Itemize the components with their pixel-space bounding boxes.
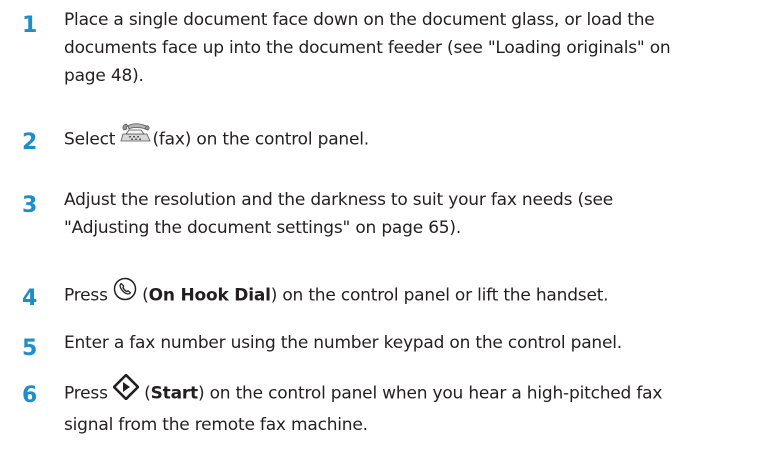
fax-icon	[120, 121, 152, 154]
step-number: 1	[22, 13, 38, 38]
step-text-before: Press	[64, 383, 113, 404]
step-number: 5	[22, 336, 38, 361]
step-text: Enter a fax number using the number keyp…	[64, 333, 622, 353]
step-line: signal from the remote fax machine.	[64, 415, 368, 435]
start-label: Start	[150, 383, 199, 404]
step-line: page 48).	[64, 66, 144, 86]
step-number: 3	[22, 193, 38, 218]
step-text: Press (Start) on the control panel when …	[64, 373, 744, 439]
paren-open: (	[136, 285, 149, 306]
step-text-before: Select	[64, 129, 121, 150]
on-hook-dial-icon	[113, 277, 137, 310]
step-text: Press (On Hook Dial) on the control pane…	[64, 277, 744, 312]
paren-open: (	[138, 383, 151, 404]
step-line: "Adjusting the document settings" on pag…	[64, 218, 462, 238]
step-text-after: (fax) on the control panel.	[152, 129, 369, 150]
step-text-before: Press	[64, 285, 113, 306]
step-number: 4	[22, 286, 38, 311]
step-line: Place a single document face down on the…	[64, 10, 655, 30]
step-text: Select (fax) on the control panel.	[64, 123, 744, 156]
step-text-after: ) on the control panel or lift the hands…	[270, 285, 609, 306]
start-icon	[112, 373, 140, 409]
step-line: Press (Start) on the control panel when …	[64, 373, 744, 411]
step-text-after: ) on the control panel when you hear a h…	[197, 383, 663, 404]
step-line: documents face up into the document feed…	[64, 38, 671, 58]
step-line: Adjust the resolution and the darkness t…	[64, 190, 614, 210]
step-text: Place a single document face down on the…	[64, 6, 744, 90]
step-number: 2	[22, 130, 38, 155]
step-number: 6	[22, 383, 38, 408]
on-hook-dial-label: On Hook Dial	[148, 285, 271, 306]
step-text: Adjust the resolution and the darkness t…	[64, 186, 744, 242]
